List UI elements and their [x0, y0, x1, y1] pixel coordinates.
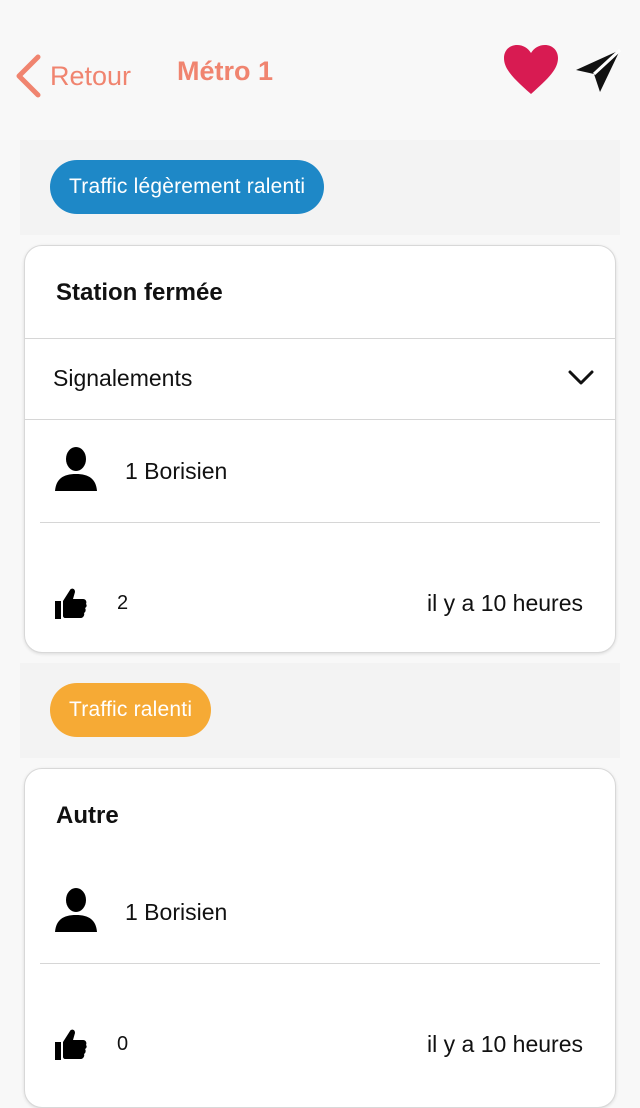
signalements-accordion[interactable]: Signalements [25, 338, 615, 420]
status-section-1: Traffic légèrement ralenti [20, 140, 620, 235]
back-label: Retour [50, 60, 132, 91]
heart-icon[interactable] [503, 44, 559, 96]
reporter-row: 1 Borisien [25, 420, 615, 520]
report-card-1: Station fermée Signalements 1 Borisien 2… [24, 245, 616, 653]
divider [40, 522, 600, 523]
accordion-label: Signalements [53, 365, 193, 391]
back-button[interactable]: Retour [14, 52, 131, 100]
page-title: Métro 1 [177, 56, 274, 86]
reporter-row: 1 Borisien [25, 861, 615, 961]
likes-count: 2 [117, 592, 129, 614]
top-bar: Retour Métro 1 [0, 0, 640, 140]
status-badge: Traffic ralenti [50, 683, 212, 737]
send-icon[interactable] [574, 48, 622, 94]
thumbs-up-icon[interactable] [53, 1027, 87, 1061]
timestamp: il y a 10 heures [427, 1031, 583, 1057]
timestamp: il y a 10 heures [427, 590, 583, 616]
status-badge: Traffic légèrement ralenti [50, 160, 325, 214]
chevron-left-icon [16, 54, 41, 98]
chevron-down-icon [568, 370, 594, 385]
status-section-2: Traffic ralenti [20, 663, 620, 758]
report-card-2: Autre 1 Borisien 0 il y a 10 heures [24, 768, 616, 1108]
user-icon [55, 888, 97, 932]
divider [40, 963, 600, 964]
reporter-label: 1 Borisien [125, 458, 228, 484]
user-icon [55, 447, 97, 491]
likes-count: 0 [117, 1033, 129, 1055]
reporter-label: 1 Borisien [125, 899, 228, 925]
card-title: Autre [56, 802, 119, 829]
likes-row: 0 il y a 10 heures [25, 1005, 615, 1095]
likes-row: 2 il y a 10 heures [25, 564, 615, 652]
thumbs-up-icon[interactable] [53, 586, 87, 620]
card-title: Station fermée [56, 279, 223, 306]
